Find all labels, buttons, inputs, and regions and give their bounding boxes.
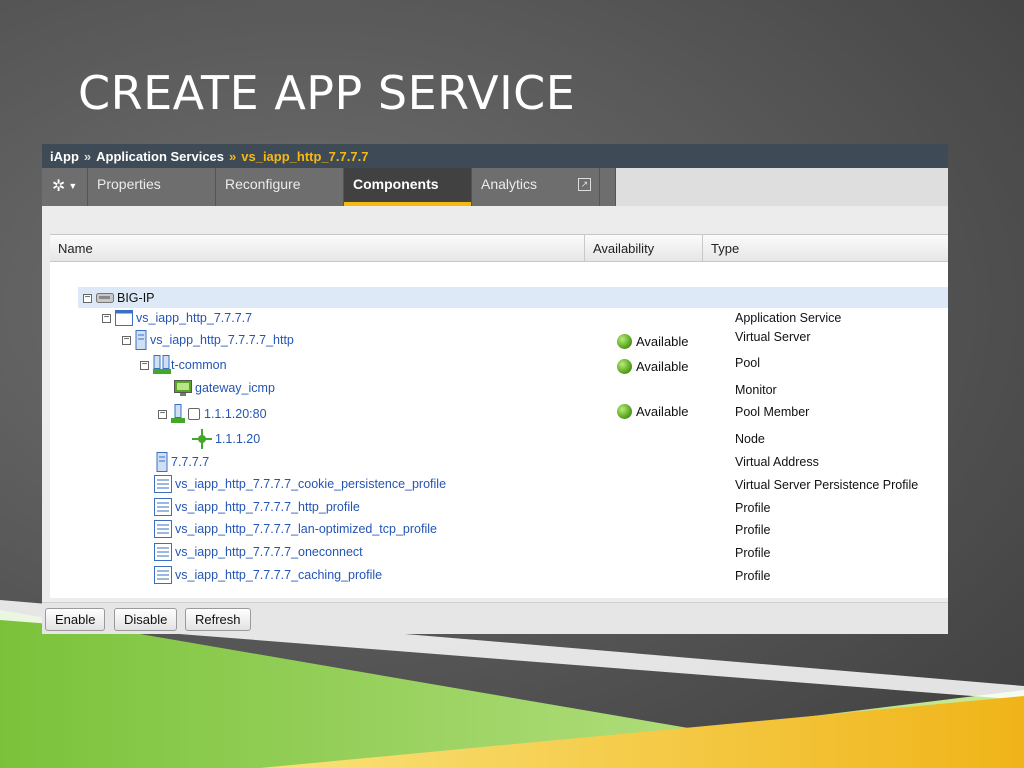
enable-button[interactable]: Enable (45, 608, 106, 631)
type-cell: Virtual Server (735, 330, 811, 344)
chevron-down-icon: ▼ (68, 181, 78, 191)
table-row[interactable]: − vs_iapp_http_7.7.7.7_http Available Vi… (50, 330, 948, 350)
application-service-icon (115, 310, 133, 326)
type-cell: Profile (735, 546, 771, 560)
iapp-components-panel: iApp » Application Services » vs_iapp_ht… (42, 144, 948, 634)
type-cell: Pool Member (735, 405, 810, 419)
popout-button[interactable]: ↗ (578, 168, 616, 206)
tab-properties[interactable]: Properties (88, 168, 216, 206)
type-cell: Monitor (735, 383, 777, 397)
breadcrumb-application-services[interactable]: Application Services (96, 149, 224, 164)
table-row[interactable]: − 1.1.1.20:80 Available Pool Member (50, 404, 948, 424)
node-icon (192, 429, 212, 449)
table-row[interactable]: 7.7.7.7 Virtual Address (50, 452, 948, 472)
collapse-toggle[interactable]: − (158, 408, 167, 419)
pool-icon (153, 355, 171, 374)
type-cell: Profile (735, 569, 771, 583)
tree-item-link[interactable]: 1.1.1.20:80 (204, 407, 267, 421)
table-row[interactable]: − t-common Available Pool (50, 355, 948, 375)
tree-item-link[interactable]: vs_iapp_http_7.7.7.7_cookie_persistence_… (175, 477, 446, 491)
profile-icon (154, 566, 172, 584)
disable-button[interactable]: Disable (114, 608, 178, 631)
status-available-icon (617, 359, 632, 374)
tree-item-link[interactable]: vs_iapp_http_7.7.7.7 (136, 311, 252, 325)
type-cell: Profile (735, 523, 771, 537)
collapse-toggle[interactable]: − (122, 334, 131, 345)
availability-cell: Available (617, 334, 689, 349)
tree-item-link[interactable]: vs_iapp_http_7.7.7.7_http_profile (175, 500, 360, 514)
profile-icon (154, 498, 172, 516)
column-header-name[interactable]: Name (50, 235, 585, 261)
column-header-availability[interactable]: Availability (585, 235, 703, 261)
table-row[interactable]: vs_iapp_http_7.7.7.7_caching_profile Pro… (50, 566, 948, 586)
type-cell: Virtual Server Persistence Profile (735, 478, 919, 492)
pool-member-icon (171, 404, 185, 423)
breadcrumb-separator: » (229, 148, 237, 164)
table-row[interactable]: − vs_iapp_http_7.7.7.7 Application Servi… (50, 308, 948, 328)
table-row[interactable]: vs_iapp_http_7.7.7.7_cookie_persistence_… (50, 475, 948, 495)
gear-icon: ✲ (52, 178, 66, 195)
gear-menu-button[interactable]: ✲ ▼ (42, 168, 88, 206)
breadcrumb-iapp[interactable]: iApp (50, 149, 79, 164)
availability-cell: Available (617, 359, 689, 374)
action-bar: Enable Disable Refresh (42, 602, 948, 634)
profile-icon (154, 475, 172, 493)
tree-item-link[interactable]: gateway_icmp (195, 381, 275, 395)
monitor-icon (174, 380, 192, 396)
device-icon (96, 293, 114, 303)
tree-item-link[interactable]: vs_iapp_http_7.7.7.7_caching_profile (175, 568, 382, 582)
type-cell: Node (735, 432, 765, 446)
tab-components[interactable]: Components (344, 168, 472, 206)
table-row[interactable]: gateway_icmp Monitor (50, 380, 948, 400)
breadcrumb-separator: » (83, 148, 92, 164)
table-row[interactable]: 1.1.1.20 Node (50, 429, 948, 449)
type-cell: Pool (735, 356, 761, 370)
components-table: Name Availability Type − BIG-IP − vs_iap… (50, 234, 948, 598)
tree-item-link[interactable]: vs_iapp_http_7.7.7.7_http (150, 333, 294, 347)
collapse-toggle[interactable]: − (140, 359, 149, 370)
breadcrumb-current: vs_iapp_http_7.7.7.7 (241, 148, 369, 164)
collapse-toggle[interactable]: − (83, 292, 92, 303)
type-cell: Virtual Address (735, 455, 819, 469)
status-available-icon (617, 404, 632, 419)
breadcrumb: iApp » Application Services » vs_iapp_ht… (42, 144, 948, 168)
refresh-button[interactable]: Refresh (185, 608, 251, 631)
tree-item-link[interactable]: vs_iapp_http_7.7.7.7_oneconnect (175, 545, 363, 559)
profile-icon (154, 520, 172, 538)
tree-item-link[interactable]: 7.7.7.7 (171, 455, 209, 469)
table-row[interactable]: − BIG-IP (50, 287, 948, 307)
type-cell: Profile (735, 501, 771, 515)
virtual-server-icon (135, 330, 147, 350)
virtual-address-icon (156, 452, 168, 472)
table-row[interactable]: vs_iapp_http_7.7.7.7_oneconnect Profile (50, 543, 948, 563)
tree-item-link[interactable]: 1.1.1.20 (215, 432, 260, 446)
tab-reconfigure[interactable]: Reconfigure (216, 168, 344, 206)
tree-item-link[interactable]: t-common (171, 358, 227, 372)
availability-cell: Available (617, 404, 689, 419)
table-header: Name Availability Type (50, 234, 948, 262)
tree-item-link[interactable]: vs_iapp_http_7.7.7.7_lan-optimized_tcp_p… (175, 522, 437, 536)
type-cell: Application Service (735, 311, 842, 325)
popout-icon: ↗ (578, 178, 591, 191)
component-tree: − BIG-IP − vs_iapp_http_7.7.7.7 Applicat… (50, 262, 948, 592)
collapse-toggle[interactable]: − (102, 312, 111, 323)
tree-item-label: BIG-IP (117, 291, 155, 305)
table-row[interactable]: vs_iapp_http_7.7.7.7_http_profile Profil… (50, 498, 948, 518)
pool-member-checkbox[interactable] (188, 408, 200, 420)
table-row[interactable]: vs_iapp_http_7.7.7.7_lan-optimized_tcp_p… (50, 520, 948, 540)
tab-bar: ✲ ▼ Properties Reconfigure Components Ana… (42, 168, 948, 206)
status-available-icon (617, 334, 632, 349)
column-header-type[interactable]: Type (703, 235, 948, 261)
profile-icon (154, 543, 172, 561)
